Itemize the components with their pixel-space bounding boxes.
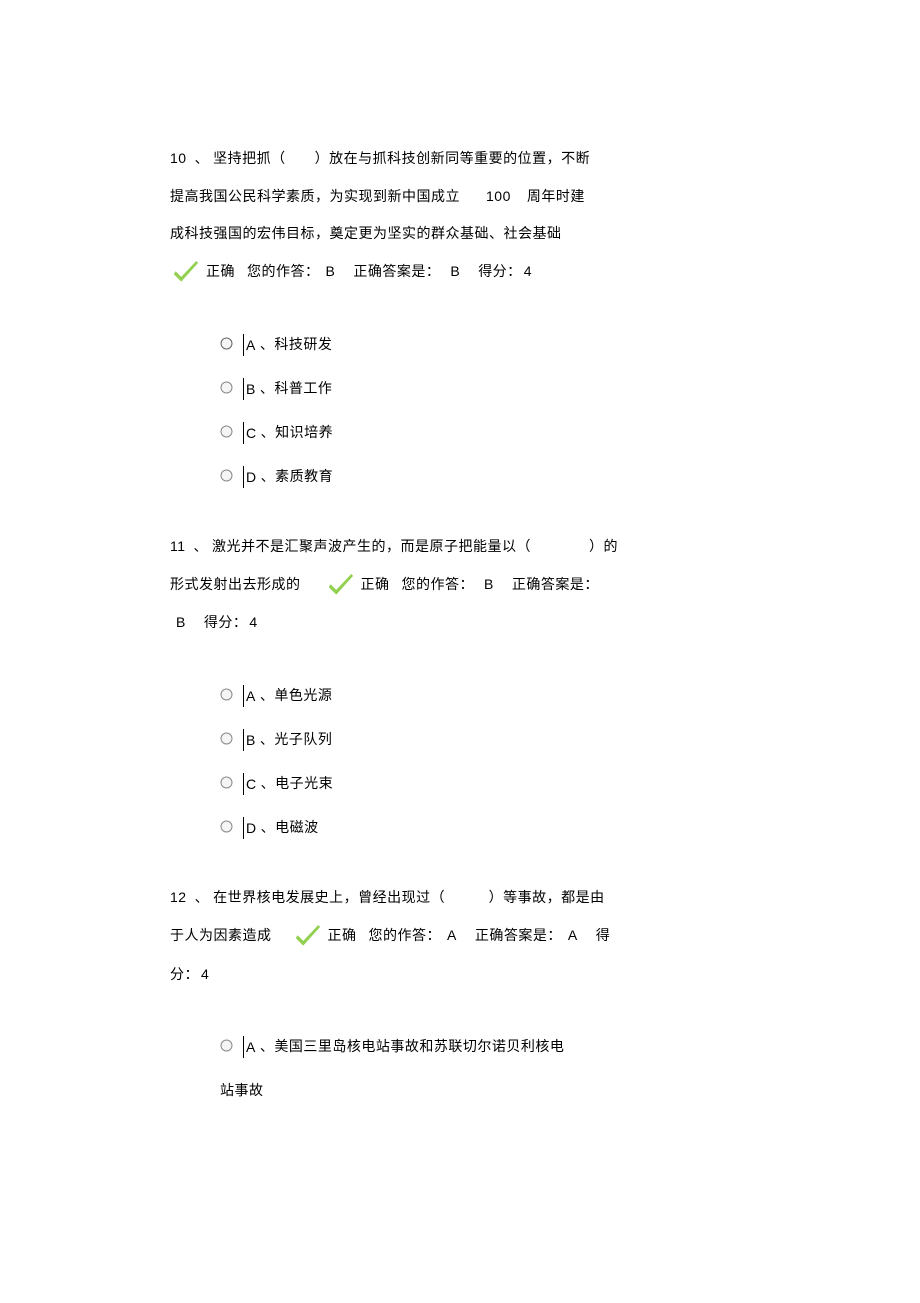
- cursor-bar: [243, 334, 244, 356]
- question-text: 形式发射出去形成的 正确 您的作答： B 正确答案是：: [170, 566, 750, 604]
- question-text: 10 、 坚持把抓（ ）放在与抓科技创新同等重要的位置，不断: [170, 140, 750, 178]
- option-text: 科技研发: [274, 336, 332, 356]
- checkmark-icon: [292, 924, 322, 950]
- options-list: A 、 美国三里岛核电站事故和苏联切尔诺贝利核电 站事故: [170, 994, 750, 1110]
- option-letter: A: [246, 687, 260, 707]
- option-text: 光子队列: [274, 731, 332, 751]
- question-number: 10: [170, 150, 191, 166]
- text-fragment: 在世界核电发展史上，曾经出现过（ ）等事故，都是由: [213, 891, 605, 906]
- cursor-bar: [243, 378, 244, 400]
- text-fragment: 周年时建: [527, 190, 585, 205]
- feedback-text: 正确 您的作答： B 正确答案是：: [361, 578, 599, 593]
- option-A[interactable]: A 、 美国三里岛核电站事故和苏联切尔诺贝利核电: [220, 1028, 750, 1058]
- question-text: 12 、 在世界核电发展史上，曾经出现过（ ）等事故，都是由: [170, 879, 750, 917]
- option-D[interactable]: D 、 素质教育: [220, 458, 750, 488]
- option-letter: C: [246, 775, 261, 795]
- text-fragment: 激光并不是汇聚声波产生的，而是原子把能量以（ ）的: [212, 540, 618, 555]
- option-text: 美国三里岛核电站事故和苏联切尔诺贝利核电: [274, 1038, 564, 1058]
- option-letter: C: [246, 424, 261, 444]
- feedback-line: 正确 您的作答：B 正确答案是： B 得分：4: [170, 253, 750, 291]
- option-letter: A: [246, 1038, 260, 1058]
- option-text: 素质教育: [275, 468, 333, 488]
- cursor-bar: [243, 422, 244, 444]
- options-list: A 、 科技研发 B 、 科普工作 C 、 知识培养: [170, 292, 750, 488]
- option-A-continued: 站事故: [220, 1074, 750, 1110]
- checkmark-icon: [170, 260, 200, 286]
- options-list: A 、 单色光源 B 、 光子队列 C 、 电子光束: [170, 643, 750, 839]
- text-fragment: 形式发射出去形成的: [170, 578, 301, 593]
- option-letter: B: [246, 731, 260, 751]
- option-text: 科普工作: [274, 380, 332, 400]
- question-text: 成科技强国的宏伟目标，奠定更为坚实的群众基础、社会基础: [170, 217, 750, 253]
- option-D[interactable]: D 、 电磁波: [220, 809, 750, 839]
- option-text: 知识培养: [275, 424, 333, 444]
- radio-icon: [220, 776, 233, 789]
- option-A[interactable]: A 、 单色光源: [220, 677, 750, 707]
- question-text: 于人为因素造成 正确 您的作答：A 正确答案是：A 得: [170, 917, 750, 955]
- option-B[interactable]: B 、 光子队列: [220, 721, 750, 751]
- radio-icon: [220, 337, 233, 350]
- option-text: 电子光束: [275, 775, 333, 795]
- option-C[interactable]: C 、 知识培养: [220, 414, 750, 444]
- cursor-bar: [243, 773, 244, 795]
- inline-number: 100: [464, 188, 523, 204]
- question-12: 12 、 在世界核电发展史上，曾经出现过（ ）等事故，都是由 于人为因素造成 正…: [170, 879, 750, 1111]
- cursor-bar: [243, 1036, 244, 1058]
- radio-icon: [220, 688, 233, 701]
- question-text: 11 、 激光并不是汇聚声波产生的，而是原子把能量以（ ）的: [170, 528, 750, 566]
- cursor-bar: [243, 817, 244, 839]
- option-C[interactable]: C 、 电子光束: [220, 765, 750, 795]
- cursor-bar: [243, 466, 244, 488]
- option-text: 电磁波: [275, 819, 319, 839]
- feedback-text: 正确 您的作答：A 正确答案是：A 得: [328, 929, 611, 944]
- radio-icon: [220, 732, 233, 745]
- option-letter: D: [246, 468, 261, 488]
- option-B[interactable]: B 、 科普工作: [220, 370, 750, 400]
- text-fragment: 提高我国公民科学素质，为实现到新中国成立: [170, 190, 460, 205]
- feedback-line: 分：4: [170, 956, 750, 994]
- option-letter: D: [246, 819, 261, 839]
- feedback-line: B 得分：4: [170, 604, 750, 642]
- text-fragment: 成科技强国的宏伟目标，奠定更为坚实的群众基础、社会基础: [170, 227, 562, 242]
- question-text: 提高我国公民科学素质，为实现到新中国成立 100 周年时建: [170, 178, 750, 216]
- cursor-bar: [243, 729, 244, 751]
- feedback-text: 正确 您的作答：B 正确答案是： B 得分：4: [206, 265, 532, 280]
- radio-icon: [220, 425, 233, 438]
- option-letter: A: [246, 336, 260, 356]
- option-text: 单色光源: [274, 687, 332, 707]
- radio-icon: [220, 820, 233, 833]
- document-page: 10 、 坚持把抓（ ）放在与抓科技创新同等重要的位置，不断 提高我国公民科学素…: [0, 0, 920, 1230]
- text-fragment: 坚持把抓（ ）放在与抓科技创新同等重要的位置，不断: [213, 152, 590, 167]
- question-10: 10 、 坚持把抓（ ）放在与抓科技创新同等重要的位置，不断 提高我国公民科学素…: [170, 140, 750, 488]
- text-fragment: 于人为因素造成: [170, 929, 272, 944]
- cursor-bar: [243, 685, 244, 707]
- question-11: 11 、 激光并不是汇聚声波产生的，而是原子把能量以（ ）的 形式发射出去形成的…: [170, 528, 750, 839]
- checkmark-icon: [325, 573, 355, 599]
- question-number: 11: [170, 538, 190, 554]
- question-number: 12: [170, 889, 191, 905]
- radio-icon: [220, 381, 233, 394]
- radio-icon: [220, 469, 233, 482]
- option-letter: B: [246, 380, 260, 400]
- option-A[interactable]: A 、 科技研发: [220, 326, 750, 356]
- radio-icon: [220, 1039, 233, 1052]
